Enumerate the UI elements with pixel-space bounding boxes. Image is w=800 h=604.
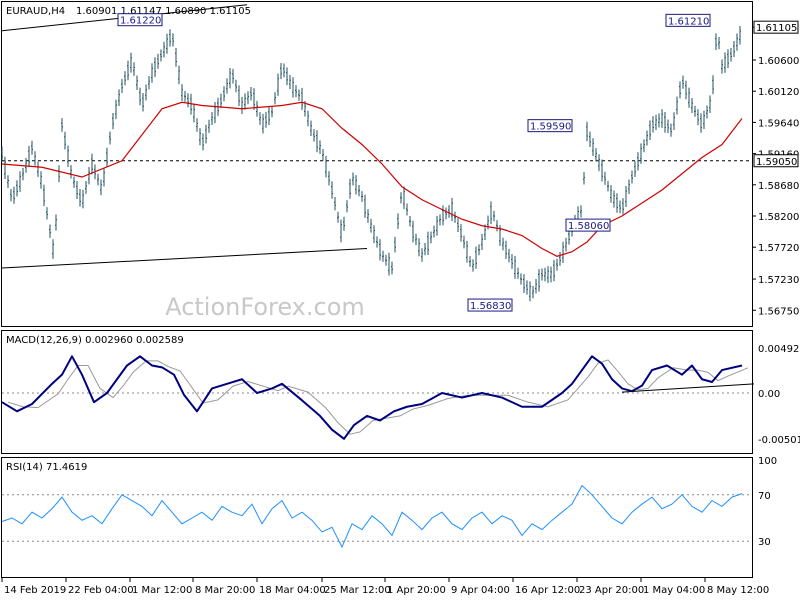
time-tick-label: 23 Apr 20:00 [579,585,644,596]
time-tick-label: 16 Apr 12:00 [515,585,580,596]
time-tick-label: 1 Mar 12:00 [132,585,192,596]
svg-text:1.59590: 1.59590 [530,122,571,133]
rsi-label: RSI(14) 71.4619 [6,462,87,473]
macd-tick-label: -0.005011 [758,435,800,446]
price-tick-label: 1.58680 [758,181,799,192]
price-annotation: 1.56830 [467,298,513,312]
price-annotation: 1.61210 [665,13,711,27]
price-annotation: 1.59590 [527,119,573,133]
euraud-h4-chart: ActionForex.com EURAUD,H4 1.60901 1.6114… [0,0,800,600]
time-tick-label: 25 Mar 12:00 [324,585,391,596]
time-tick-label: 9 Apr 04:00 [451,585,510,596]
time-tick-label: 18 Mar 04:00 [259,585,326,596]
macd-tick-label: 0.004921 [758,344,800,355]
svg-text:1.58060: 1.58060 [568,221,609,232]
watermark: ActionForex.com [165,293,365,321]
price-tick-label: 1.58200 [758,212,799,223]
ohlc-header: 1.60901 1.61147 1.60890 1.61105 [76,6,251,17]
svg-text:1.61210: 1.61210 [668,16,709,27]
current-price-label: 1.61105 [753,20,799,34]
price-annotation: 1.58060 [565,218,611,232]
price-annotation: 1.61220 [117,13,163,27]
price-tick-label: 1.56750 [758,306,799,317]
macd-label: MACD(12,26,9) 0.002960 0.002589 [6,335,184,346]
svg-text:1.59050: 1.59050 [756,157,797,168]
time-tick-label: 8 Mar 20:00 [195,585,255,596]
symbol-title: EURAUD,H4 [6,6,65,17]
price-tick-label: 1.60600 [758,56,799,67]
svg-text:1.56830: 1.56830 [470,301,511,312]
time-tick-label: 1 May 04:00 [643,585,705,596]
svg-text:1.61220: 1.61220 [120,16,161,27]
time-tick-label: 8 May 12:00 [707,585,769,596]
rsi-tick-label: 100 [758,456,777,467]
macd-tick-label: 0.00 [758,389,780,400]
time-tick-label: 14 Feb 2019 [4,585,66,596]
time-tick-label: 22 Feb 04:00 [68,585,134,596]
rsi-tick-label: 30 [758,537,771,548]
price-tick-label: 1.59640 [758,118,799,129]
price-tick-label: 1.57230 [758,275,799,286]
price-tick-label: 1.57720 [758,243,799,254]
rsi-tick-label: 70 [758,491,771,502]
time-tick-label: 1 Apr 20:00 [387,585,446,596]
level-line-label: 1.59050 [753,154,799,168]
price-tick-label: 1.60120 [758,87,799,98]
svg-text:1.61105: 1.61105 [756,23,797,34]
